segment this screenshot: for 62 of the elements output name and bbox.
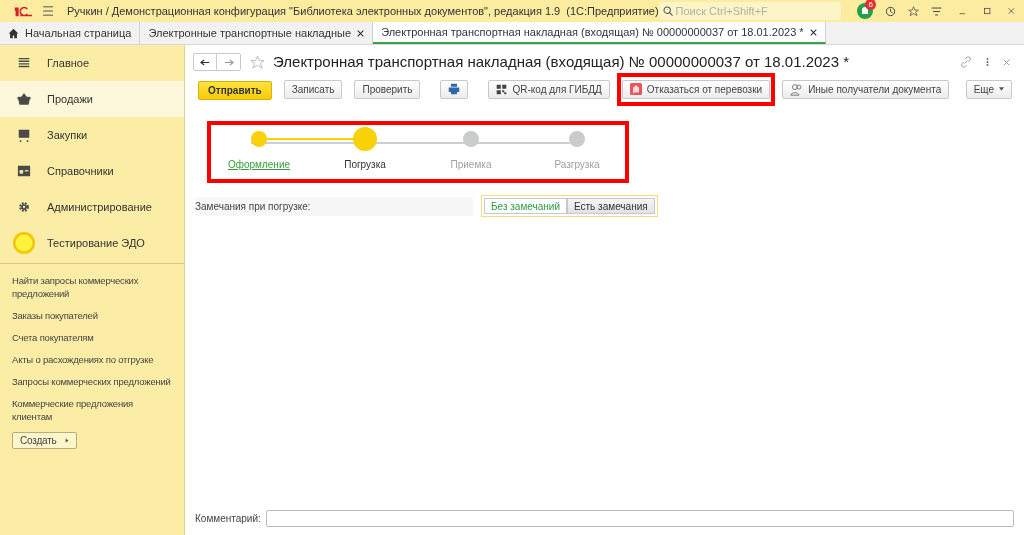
sidebar-link[interactable]: Счета покупателям — [12, 331, 172, 344]
toolbar-button[interactable]: Проверить — [354, 79, 421, 99]
circle-icon — [12, 231, 36, 255]
search-icon — [662, 6, 673, 16]
sidebar-link[interactable]: Найти запросы коммерческих предложений — [12, 274, 172, 300]
forward-arrow-icon — [223, 58, 234, 66]
tab[interactable]: Начальная страница — [0, 22, 141, 44]
basket-icon — [17, 92, 31, 106]
comment-field[interactable] — [265, 510, 1014, 527]
cart-icon — [17, 128, 31, 142]
home-icon — [8, 27, 19, 39]
filter-icon[interactable] — [931, 4, 943, 18]
printer-icon — [448, 83, 461, 95]
create-button[interactable]: Создать — [12, 432, 77, 449]
toolbar-button[interactable]: Иные получатели документа — [782, 79, 950, 99]
caret-icon — [64, 438, 69, 443]
star-icon[interactable] — [250, 54, 265, 70]
id-card-icon — [17, 164, 31, 178]
field-label: Замечания при погрузке: — [195, 196, 473, 216]
search-field[interactable]: Поиск Ctrl+Shift+F — [658, 2, 842, 20]
sidebar-item[interactable]: Тестирование ЭДО — [0, 225, 184, 261]
more-button[interactable]: Еще — [965, 79, 1012, 99]
sidebar-link[interactable]: Коммерческие предложения клиентам — [12, 397, 172, 423]
maximize-icon[interactable] — [982, 6, 992, 16]
close-icon[interactable] — [809, 28, 817, 36]
settings-icon — [17, 200, 31, 214]
logo-icon — [14, 5, 33, 17]
qr-code-icon — [496, 83, 508, 95]
menu-icon[interactable] — [42, 6, 53, 16]
toolbar-button[interactable]: Отказаться от перевозки — [621, 79, 771, 99]
menu-icon — [17, 56, 31, 70]
step-link[interactable]: Оформление — [227, 157, 291, 172]
toggle-option[interactable]: Есть замечания — [567, 198, 655, 214]
toolbar-button[interactable]: Отправить — [198, 81, 272, 100]
star-icon[interactable] — [908, 4, 920, 18]
close-icon[interactable] — [357, 29, 365, 37]
sidebar-item[interactable]: Закупки — [0, 117, 184, 153]
print-button[interactable] — [440, 79, 469, 99]
sidebar-item[interactable]: Администрирование — [0, 189, 184, 225]
sidebar-link[interactable]: Запросы коммерческих предложений — [12, 375, 172, 388]
hand-icon — [629, 83, 642, 95]
notification-badge: 6 — [865, 0, 877, 10]
step-label: Разгрузка — [554, 158, 600, 172]
sidebar-link[interactable]: Акты о расхождениях по отгрузке — [12, 353, 172, 366]
toolbar-button[interactable]: QR-код для ГИБДД — [488, 79, 610, 99]
sidebar-item[interactable]: Продажи — [0, 81, 184, 117]
back-arrow-icon — [200, 58, 210, 66]
history-icon[interactable] — [885, 4, 897, 18]
sidebar-item[interactable]: Главное — [0, 45, 184, 81]
document-title: Электронная транспортная накладная (входящая) № 00000000037 от 18.01.2023 * — [273, 51, 850, 72]
window-title: Ручкин / Демонстрационная конфигурация "Библиотека электронных документов", редакция 1.9 (1С:Предприятие) — [67, 3, 659, 19]
sidebar-item[interactable]: Справочники — [0, 153, 184, 189]
step-label: Приемка — [450, 158, 492, 172]
field-label: Комментарий: — [195, 512, 261, 526]
sidebar-link[interactable]: Заказы покупателей — [12, 309, 172, 322]
step-label: Погрузка — [344, 158, 386, 172]
toggle-option[interactable]: Без замечаний — [484, 198, 567, 214]
people-icon — [790, 82, 804, 96]
caret-icon — [999, 87, 1004, 91]
more-icon[interactable] — [986, 57, 989, 67]
toolbar-button[interactable]: Записать — [283, 79, 343, 99]
tab[interactable]: Электронная транспортная накладная (входящая) № 00000000037 от 18.01.2023 * — [373, 22, 826, 44]
